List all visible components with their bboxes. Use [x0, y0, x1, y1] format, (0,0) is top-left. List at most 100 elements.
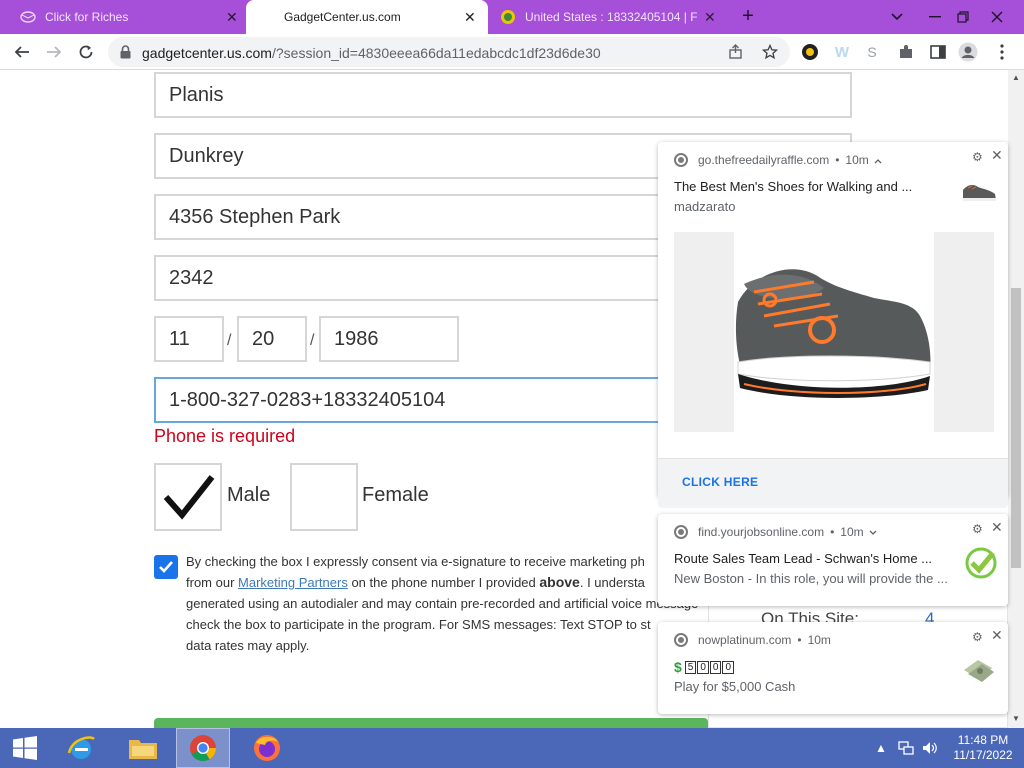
dob-year-field[interactable]: 1986 [319, 316, 459, 362]
scroll-thumb[interactable] [1011, 288, 1021, 568]
chevron-up-icon[interactable] [874, 153, 882, 167]
notification-title: Route Sales Team Lead - Schwan's Home ..… [674, 551, 933, 566]
clock-time: 11:48 PM [957, 733, 1009, 747]
new-tab-button[interactable]: + [738, 6, 758, 26]
address-bar[interactable]: gadgetcenter.us.com/?session_id=4830eeea… [108, 37, 790, 67]
consent-line: from our Marketing Partners on the phone… [186, 572, 706, 593]
marketing-partners-link[interactable]: Marketing Partners [238, 575, 348, 590]
url-path: /?session_id=4830eeea66da11edabcdc1df23d… [271, 45, 601, 61]
male-checkbox[interactable] [154, 463, 222, 531]
digit-box: 5 [684, 660, 697, 674]
notification-body: Play for $5,000 Cash [674, 679, 796, 694]
notification-time: 10m [840, 525, 864, 539]
extension-w-icon[interactable]: W [832, 42, 852, 62]
close-icon[interactable]: ✕ [704, 9, 716, 26]
dollar-sign: $ [674, 659, 682, 675]
dob-month-field[interactable]: 11 [154, 316, 224, 362]
consent-line: generated using an autodialer and may co… [186, 596, 699, 611]
extensions-puzzle-icon[interactable] [896, 42, 916, 62]
share-icon[interactable] [726, 42, 746, 62]
male-label: Male [227, 484, 271, 506]
female-label: Female [362, 484, 429, 506]
close-icon[interactable]: ✕ [991, 147, 1003, 164]
file-explorer-button[interactable] [120, 728, 166, 768]
windows-taskbar: ▲ 11:48 PM 11/17/2022 [0, 728, 1024, 768]
side-panel-icon[interactable] [928, 42, 948, 62]
firefox-icon [254, 735, 280, 761]
bookmark-star-icon[interactable] [760, 42, 780, 62]
click-here-button[interactable]: CLICK HERE [658, 458, 1008, 508]
close-icon[interactable]: ✕ [464, 9, 476, 26]
consent-checkbox[interactable] [154, 555, 178, 579]
notification-source: find.yourjobsonline.com [698, 525, 825, 539]
notification-cash[interactable]: nowplatinum.com • 10m ⚙ ✕ $ 5 0 0 0 Play… [658, 622, 1008, 714]
settings-gear-icon[interactable]: ⚙ [972, 150, 983, 164]
shoe-image [674, 232, 994, 432]
profile-avatar-icon[interactable] [958, 42, 978, 62]
start-button[interactable] [0, 728, 50, 768]
notification-body: madzarato [674, 199, 736, 214]
tab-gadgetcenter[interactable]: GadgetCenter.us.com ✕ [246, 0, 488, 34]
consent-text-part: . I understa [579, 575, 645, 590]
consent-line: check the box to participate in the prog… [186, 617, 651, 632]
notification-header: nowplatinum.com • 10m [674, 633, 831, 647]
chevron-down-icon[interactable] [880, 0, 914, 34]
site-favicon-icon [500, 9, 516, 25]
green-check-icon [964, 546, 998, 585]
first-name-field[interactable]: Planis [154, 72, 852, 118]
clock-date: 11/17/2022 [953, 748, 1013, 762]
dob-separator: / [310, 332, 315, 349]
shoe-image-icon [735, 269, 931, 398]
forward-button[interactable] [42, 40, 66, 64]
notification-body: New Boston - In this role, you will prov… [674, 571, 948, 586]
scroll-up-arrow-icon[interactable]: ▲ [1011, 73, 1021, 83]
chrome-icon [190, 735, 217, 762]
checkmark-icon [163, 475, 215, 520]
settings-gear-icon[interactable]: ⚙ [972, 630, 983, 644]
notification-header: go.thefreedailyraffle.com • 10m [674, 153, 882, 167]
phone-error-message: Phone is required [154, 426, 296, 446]
tab-click-for-riches[interactable]: Click for Riches ✕ [0, 0, 246, 34]
back-button[interactable] [10, 40, 34, 64]
notification-title: $ 5 0 0 0 [674, 659, 735, 675]
notification-time: 10m [807, 633, 831, 647]
show-hidden-icons-icon[interactable]: ▲ [872, 728, 890, 768]
windows-logo-icon [13, 736, 37, 760]
chrome-taskbar-button[interactable] [176, 728, 230, 768]
firefox-taskbar-button[interactable] [242, 728, 292, 768]
close-icon[interactable]: ✕ [991, 627, 1003, 644]
browser-tab-strip: Click for Riches ✕ GadgetCenter.us.com ✕… [0, 0, 1024, 34]
tab-united-states[interactable]: United States : 18332405104 | Free ✕ [488, 0, 726, 34]
window-close-button[interactable] [980, 0, 1014, 34]
restore-button[interactable] [946, 0, 980, 34]
notification-title: The Best Men's Shoes for Walking and ... [674, 179, 913, 194]
system-clock[interactable]: 11:48 PM 11/17/2022 [946, 733, 1020, 763]
page-scrollbar[interactable]: ▲ ▼ [1008, 70, 1024, 728]
extension-1-icon[interactable] [800, 42, 820, 62]
consent-text-part: on the phone number I provided [347, 575, 540, 590]
female-checkbox[interactable] [290, 463, 358, 531]
tab-label: Click for Riches [45, 10, 129, 24]
settings-gear-icon[interactable]: ⚙ [972, 522, 983, 536]
internet-explorer-button[interactable] [58, 728, 104, 768]
notification-jobs[interactable]: find.yourjobsonline.com • 10m ⚙ ✕ Route … [658, 514, 1008, 606]
separator-dot: • [830, 525, 835, 539]
chevron-down-icon[interactable] [869, 525, 877, 539]
network-icon[interactable] [896, 728, 916, 768]
notification-time: 10m [845, 153, 869, 167]
close-icon[interactable]: ✕ [991, 519, 1003, 536]
submit-button[interactable] [154, 718, 708, 728]
notification-source: go.thefreedailyraffle.com [698, 153, 830, 167]
notification-header: find.yourjobsonline.com • 10m [674, 525, 877, 539]
menu-kebab-icon[interactable] [992, 42, 1012, 62]
tab-label: United States : 18332405104 | Free [525, 10, 697, 24]
digit-box: 0 [709, 660, 722, 674]
close-icon[interactable]: ✕ [226, 9, 238, 26]
consent-text-part: from our [186, 575, 239, 590]
scroll-down-arrow-icon[interactable]: ▼ [1011, 714, 1021, 724]
volume-icon[interactable] [920, 728, 940, 768]
dob-day-field[interactable]: 20 [237, 316, 307, 362]
reload-button[interactable] [74, 40, 98, 64]
notification-shoes[interactable]: go.thefreedailyraffle.com • 10m ⚙ ✕ The … [658, 142, 1008, 508]
extension-s-icon[interactable]: S [862, 42, 882, 62]
